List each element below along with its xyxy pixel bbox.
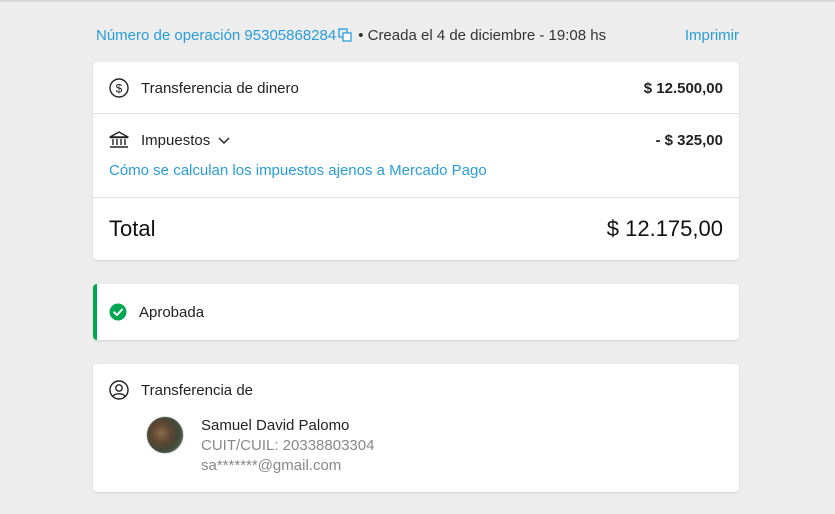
bank-icon — [109, 130, 129, 150]
transfer-label: Transferencia de dinero — [141, 79, 299, 97]
status-row: Aprobada — [109, 300, 204, 324]
transfer-amount: $ 12.500,00 — [643, 79, 723, 97]
total-amount: $ 12.175,00 — [606, 216, 723, 241]
svg-text:$: $ — [116, 82, 123, 96]
top-border — [0, 0, 835, 2]
copy-icon[interactable] — [338, 28, 352, 42]
status-card: Aprobada — [93, 284, 739, 340]
sender-header: Transferencia de — [109, 378, 253, 402]
sender-cuit: CUIT/CUIL: 20338803304 — [201, 437, 375, 454]
dollar-circle-icon: $ — [109, 78, 129, 98]
divider — [93, 113, 739, 114]
check-circle-icon — [109, 303, 127, 321]
taxes-label: Impuestos — [141, 131, 211, 149]
total-label: Total — [109, 216, 156, 241]
chevron-down-icon[interactable] — [218, 134, 230, 146]
sender-name: Samuel David Palomo — [201, 417, 350, 434]
summary-card: $ Transferencia de dinero $ 12.500,00 Im… — [93, 62, 739, 260]
status-label: Aprobada — [139, 303, 205, 321]
total-row: Total $ 12.175,00 — [109, 214, 723, 244]
status-accent-bar — [93, 284, 97, 340]
operation-header: Número de operación 95305868284 • Creada… — [96, 24, 739, 46]
sender-section-label: Transferencia de — [141, 381, 254, 399]
sender-info: Samuel David Palomo CUIT/CUIL: 203388033… — [201, 416, 374, 476]
user-circle-icon — [109, 380, 129, 400]
sender-person: Samuel David Palomo CUIT/CUIL: 203388033… — [146, 416, 374, 476]
taxes-info-link[interactable]: Cómo se calculan los impuestos ajenos a … — [109, 162, 487, 179]
avatar — [146, 416, 184, 454]
taxes-row[interactable]: Impuestos - $ 325,00 — [109, 128, 723, 152]
created-date: • Creada el 4 de diciembre - 19:08 hs — [358, 26, 607, 44]
sender-email: sa*******@gmail.com — [201, 457, 342, 474]
transfer-row: $ Transferencia de dinero $ 12.500,00 — [109, 76, 723, 100]
divider — [93, 197, 739, 198]
print-link[interactable]: Imprimir — [685, 27, 739, 44]
taxes-amount: - $ 325,00 — [655, 131, 723, 149]
sender-card: Transferencia de Samuel David Palomo CUI… — [93, 364, 739, 492]
operation-number-link[interactable]: Número de operación 95305868284 — [96, 27, 336, 44]
